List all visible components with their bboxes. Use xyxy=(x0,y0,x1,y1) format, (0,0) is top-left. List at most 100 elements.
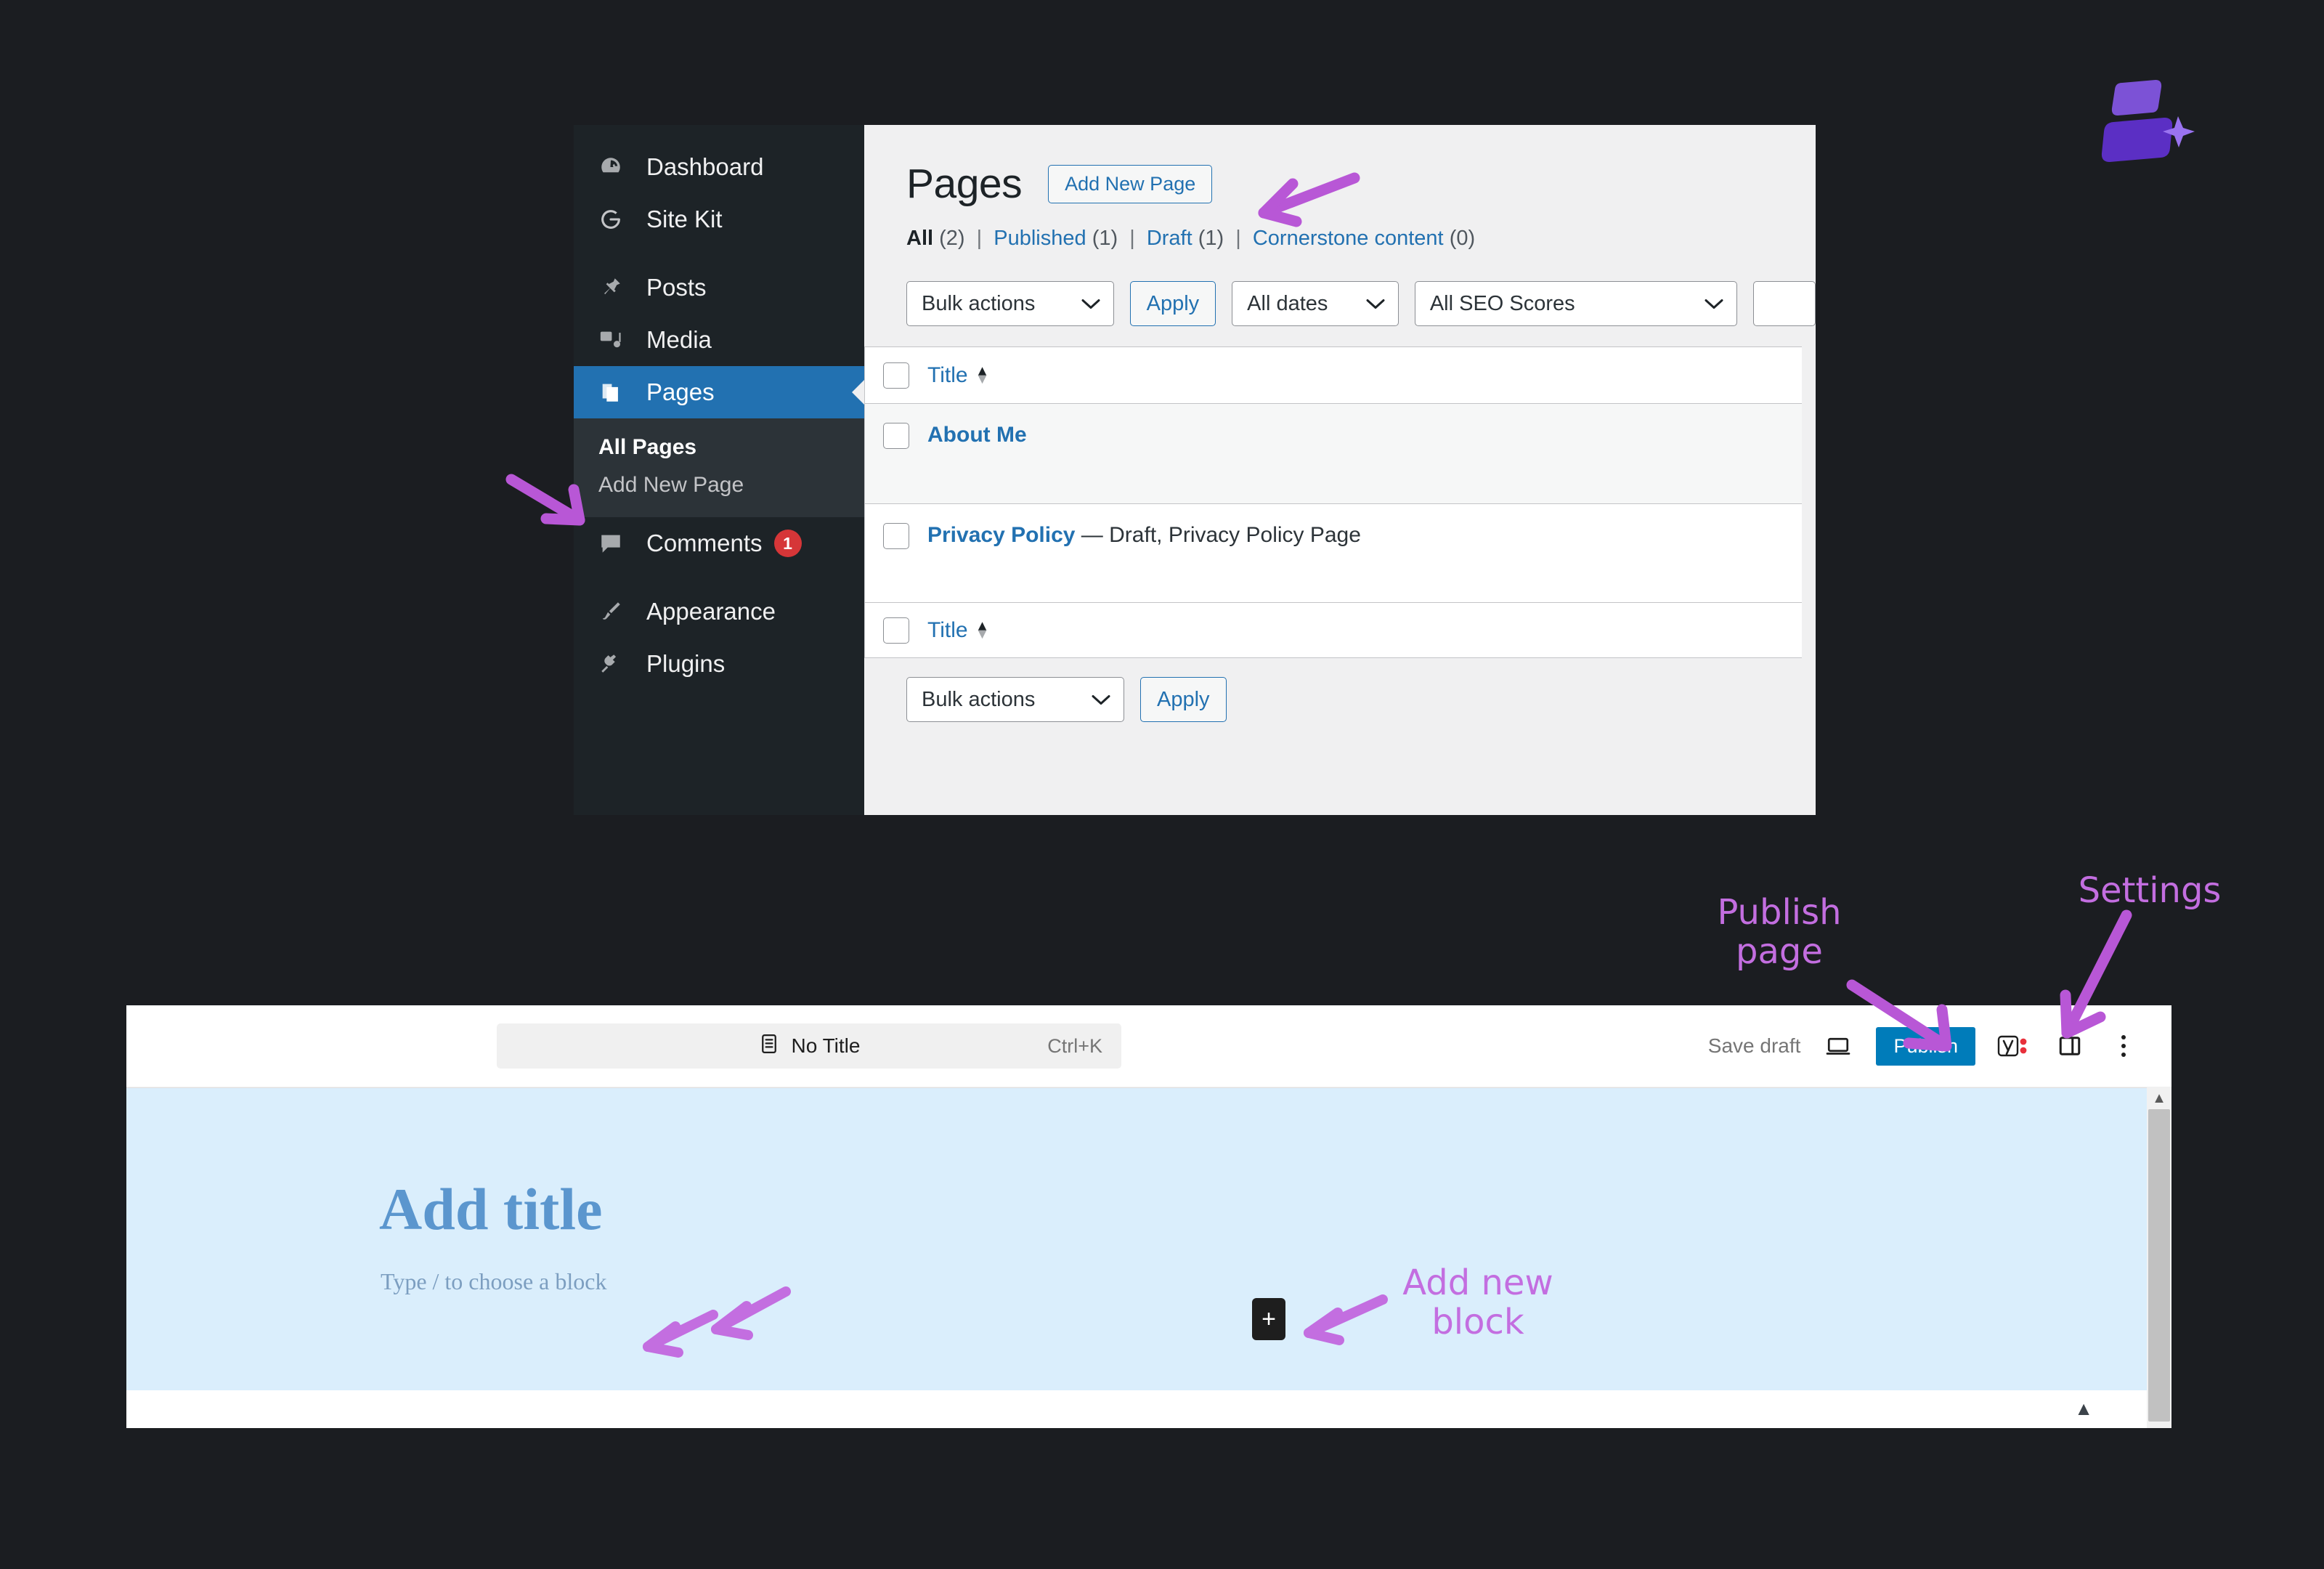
page-title: Pages xyxy=(906,161,1023,207)
table-header-row: Title ▲ ▼ xyxy=(865,347,1802,404)
document-title-chip[interactable]: No Title Ctrl+K xyxy=(497,1023,1121,1069)
sort-arrows-icon[interactable]: ▲ ▼ xyxy=(975,619,990,641)
annotation-publish-page: Publish page xyxy=(1717,892,1842,972)
editor-footer: ▲ xyxy=(126,1390,2171,1428)
select-all-cell xyxy=(865,362,927,389)
add-new-block-button[interactable]: + xyxy=(1252,1298,1285,1340)
row-title-text: About Me xyxy=(927,423,1027,447)
sidebar-item-media[interactable]: Media xyxy=(574,314,864,366)
bulk-actions-select-bottom[interactable]: Bulk actions xyxy=(906,677,1124,722)
sidebar-item-all-pages[interactable]: All Pages xyxy=(574,429,864,466)
sidebar-item-label: Plugins xyxy=(646,650,726,677)
editor-canvas[interactable]: Add title Type / to choose a block xyxy=(126,1087,2171,1390)
all-dates-select[interactable]: All dates xyxy=(1232,281,1399,326)
brush-icon xyxy=(598,599,632,624)
row-title-link[interactable]: Privacy Policy — Draft, Privacy Policy P… xyxy=(927,523,1361,548)
filter-separator: | xyxy=(1129,227,1135,250)
filter-cornerstone-count: (0) xyxy=(1449,227,1476,250)
pages-icon xyxy=(598,380,632,405)
apply-button-top[interactable]: Apply xyxy=(1129,281,1216,326)
screenshot-root: Dashboard Site Kit Posts Media Pages All… xyxy=(0,0,2324,1569)
bulk-actions-select[interactable]: Bulk actions xyxy=(906,281,1114,326)
filter-separator: | xyxy=(976,227,983,250)
row-select-cell xyxy=(865,523,927,549)
chevron-down-icon xyxy=(1366,292,1385,316)
filter-draft[interactable]: Draft xyxy=(1147,227,1193,250)
filter-published-count: (1) xyxy=(1092,227,1118,250)
sidebar-item-appearance[interactable]: Appearance xyxy=(574,585,864,638)
editor-scrollbar[interactable]: ▲ xyxy=(2147,1087,2171,1428)
row-title-link[interactable]: About Me xyxy=(927,423,1027,447)
collapse-caret-icon[interactable]: ▲ xyxy=(2074,1398,2093,1420)
google-g-icon xyxy=(598,207,632,232)
yoast-seo-icon[interactable] xyxy=(1994,1027,2032,1065)
dashboard-icon xyxy=(598,155,632,179)
sidebar-item-label: Comments xyxy=(646,530,763,556)
scroll-up-arrow-icon[interactable]: ▲ xyxy=(2147,1087,2171,1109)
column-footer-title[interactable]: Title ▲ ▼ xyxy=(927,618,989,643)
seo-scores-select[interactable]: All SEO Scores xyxy=(1414,281,1737,326)
sidebar-item-posts[interactable]: Posts xyxy=(574,262,864,314)
filter-published[interactable]: Published xyxy=(994,227,1086,250)
annotation-add-new-block: Add new block xyxy=(1402,1262,1553,1342)
block-placeholder-text[interactable]: Type / to choose a block xyxy=(381,1268,606,1295)
row-title-text: Privacy Policy xyxy=(927,523,1076,547)
plug-icon xyxy=(598,652,632,676)
comments-badge: 1 xyxy=(773,530,802,557)
filter-all[interactable]: All xyxy=(906,227,933,250)
sort-arrows-icon[interactable]: ▲ ▼ xyxy=(975,364,990,386)
bulk-actions-value-bottom: Bulk actions xyxy=(922,687,1036,711)
arrow-to-settings-button xyxy=(2060,909,2132,1039)
sidebar-item-dashboard[interactable]: Dashboard xyxy=(574,141,864,193)
column-header-title[interactable]: Title ▲ ▼ xyxy=(927,363,989,388)
submenu-label: Add New Page xyxy=(598,473,744,497)
post-title-placeholder[interactable]: Add title xyxy=(379,1175,603,1244)
annotation-settings: Settings xyxy=(2078,870,2222,911)
block-editor-window: No Title Ctrl+K Save draft Publish Add t… xyxy=(126,1005,2171,1428)
readability-select-clipped[interactable] xyxy=(1753,281,1816,326)
document-title-label: No Title xyxy=(791,1034,861,1057)
media-icon xyxy=(598,328,632,352)
row-status-meta: — Draft, Privacy Policy Page xyxy=(1075,523,1361,547)
submenu-label: All Pages xyxy=(598,435,697,459)
wp-admin-sidebar: Dashboard Site Kit Posts Media Pages All… xyxy=(574,125,864,815)
scrollbar-thumb[interactable] xyxy=(2148,1109,2170,1422)
bulk-actions-value: Bulk actions xyxy=(922,291,1036,315)
sidebar-item-comments[interactable]: Comments 1 xyxy=(574,517,864,569)
seo-scores-value: All SEO Scores xyxy=(1429,291,1575,315)
sidebar-item-label: Appearance xyxy=(646,598,776,625)
sidebar-item-label: Posts xyxy=(646,274,707,301)
all-dates-value: All dates xyxy=(1247,291,1328,315)
row-select-cell xyxy=(865,423,927,449)
sparkle-blocks-logo xyxy=(2092,73,2201,167)
sidebar-item-add-new-page[interactable]: Add New Page xyxy=(574,466,864,504)
pages-submenu: All Pages Add New Page xyxy=(574,418,864,517)
apply-button-bottom[interactable]: Apply xyxy=(1140,677,1227,722)
save-draft-button[interactable]: Save draft xyxy=(1708,1034,1801,1058)
row-checkbox[interactable] xyxy=(883,523,909,549)
arrow-to-all-pages xyxy=(505,474,585,526)
pages-table: Title ▲ ▼ About Me Privacy Policy — Draf… xyxy=(864,346,1802,658)
column-footer-label: Title xyxy=(927,617,968,642)
sidebar-item-label: Dashboard xyxy=(646,153,764,180)
pin-icon xyxy=(598,275,632,300)
row-checkbox[interactable] xyxy=(883,423,909,449)
select-all-checkbox-bottom[interactable] xyxy=(883,617,909,644)
chevron-down-icon xyxy=(1081,292,1100,316)
arrow-to-block-placeholder xyxy=(643,1310,718,1358)
table-toolbar-top: Bulk actions Apply All dates All SEO Sco… xyxy=(864,251,1816,326)
wp-admin-window: Dashboard Site Kit Posts Media Pages All… xyxy=(574,125,1816,815)
command-shortcut-label: Ctrl+K xyxy=(1047,1034,1102,1057)
sidebar-item-label: Pages xyxy=(646,378,715,405)
column-header-label: Title xyxy=(927,362,968,387)
select-all-checkbox[interactable] xyxy=(883,362,909,389)
arrow-to-add-new-page xyxy=(1258,172,1360,227)
add-new-page-button[interactable]: Add New Page xyxy=(1048,164,1213,203)
chevron-down-icon xyxy=(1705,292,1723,316)
sidebar-item-site-kit[interactable]: Site Kit xyxy=(574,193,864,246)
sidebar-item-label: Site Kit xyxy=(646,206,723,232)
comment-icon xyxy=(598,531,632,556)
table-row: Privacy Policy — Draft, Privacy Policy P… xyxy=(865,504,1802,603)
sidebar-item-plugins[interactable]: Plugins xyxy=(574,638,864,690)
sidebar-item-pages[interactable]: Pages xyxy=(574,366,864,418)
